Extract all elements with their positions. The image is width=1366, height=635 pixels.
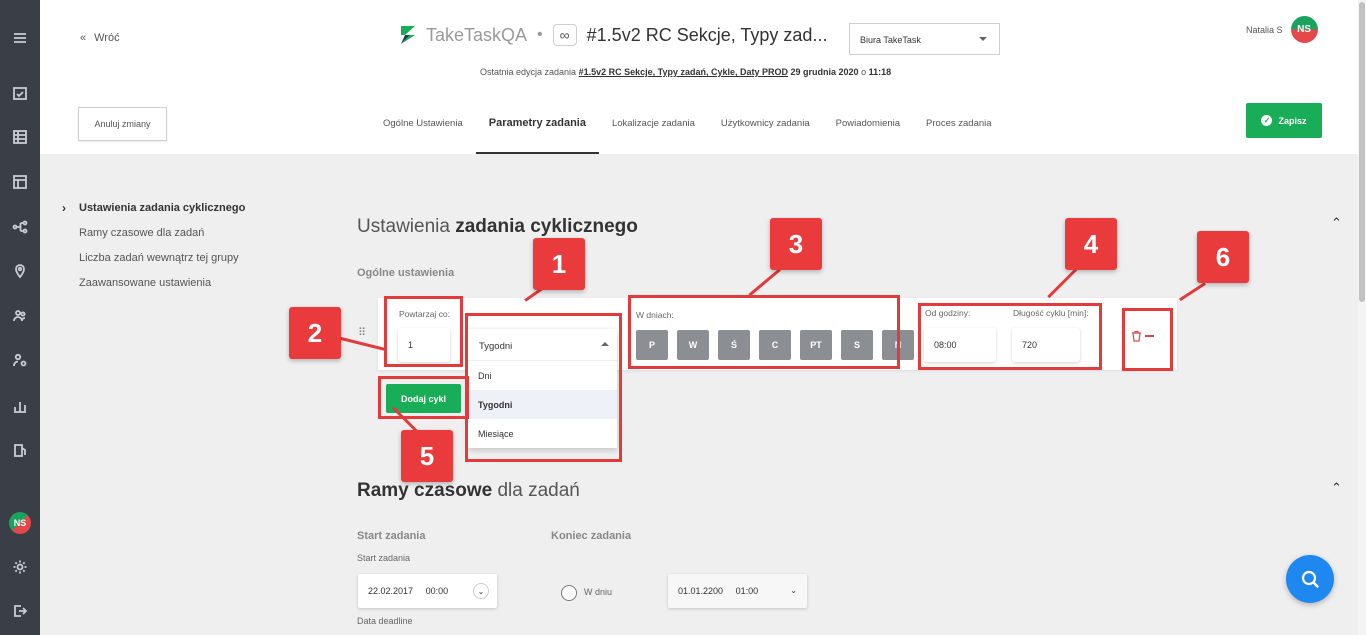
- on-day-label: W dniu: [584, 587, 613, 597]
- tab-task-process[interactable]: Proces zadania: [913, 98, 1004, 154]
- nav-item-advanced[interactable]: Zaawansowane ustawienia: [62, 277, 245, 302]
- start-column-title: Start zadania: [357, 530, 426, 542]
- save-button[interactable]: ✓ Zapisz: [1246, 103, 1322, 138]
- annotation-arrow-6: [1179, 282, 1206, 302]
- drag-handle-icon[interactable]: ⠿: [358, 326, 366, 339]
- cyclic-section-title: Ustawienia zadania cyklicznego: [357, 216, 638, 237]
- office-select[interactable]: Biura TakeTask: [849, 23, 1000, 55]
- grid-icon[interactable]: [10, 127, 30, 147]
- nav-item-task-count[interactable]: Liczba zadań wewnątrz tej grupy: [62, 252, 245, 277]
- annotation-badge-2: 2: [289, 307, 341, 359]
- tab-notifications[interactable]: Powiadomienia: [823, 98, 913, 154]
- start-datetime-field[interactable]: 22.02.2017 00:00 ⌄: [358, 574, 497, 608]
- page-scrollbar[interactable]: [1358, 0, 1366, 635]
- location-icon[interactable]: [10, 261, 30, 281]
- gear-icon[interactable]: [10, 557, 30, 577]
- infinity-icon: ∞: [552, 24, 577, 46]
- layout-icon[interactable]: [10, 172, 30, 192]
- last-edit-info: Ostatnia edycja zadania #1.5v2 RC Sekcje…: [480, 67, 892, 77]
- annotation-badge-3: 3: [770, 218, 822, 270]
- annotation-badge-5: 5: [401, 430, 453, 482]
- stats-icon[interactable]: [10, 396, 30, 416]
- back-link[interactable]: « Wróć: [80, 32, 120, 44]
- user-settings-icon[interactable]: [10, 350, 30, 370]
- annotation-arrow-4: [1047, 266, 1080, 299]
- chevron-down-icon: [979, 37, 987, 41]
- nav-item-cyclic-settings[interactable]: Ustawienia zadania cyklicznego: [62, 201, 245, 227]
- task-tabs: Ogólne Ustawienia Parametry zadania Loka…: [370, 98, 1005, 154]
- flow-icon[interactable]: [10, 217, 30, 237]
- save-label: Zapisz: [1278, 115, 1307, 126]
- task-name: #1.5v2 RC Sekcje, Typy zad...: [586, 24, 828, 45]
- section-nav: Ustawienia zadania cyklicznego Ramy czas…: [62, 201, 245, 302]
- app-name: TakeTaskQA: [426, 24, 528, 45]
- annotation-box-4: [918, 303, 1102, 370]
- tab-task-users[interactable]: Użytkownicy zadania: [708, 98, 823, 154]
- avatar: NS: [1290, 16, 1318, 43]
- left-rail: NS: [0, 0, 40, 635]
- office-select-value: Biura TakeTask: [860, 35, 921, 45]
- annotation-badge-4: 4: [1065, 218, 1117, 270]
- tab-task-locations[interactable]: Lokalizacje zadania: [599, 98, 708, 154]
- on-day-radio[interactable]: [561, 585, 577, 601]
- annotation-box-1: [465, 313, 622, 462]
- user-menu[interactable]: Natalia S NS: [1246, 16, 1318, 43]
- nav-item-time-frames[interactable]: Ramy czasowe dla zadań: [62, 227, 245, 252]
- cancel-changes-button[interactable]: Anuluj zmiany: [78, 107, 167, 141]
- collapse-chevron-icon-2[interactable]: ⌃: [1331, 480, 1342, 496]
- annotation-badge-1: 1: [533, 238, 585, 290]
- tab-task-parameters[interactable]: Parametry zadania: [475, 98, 599, 154]
- annotation-badge-6: 6: [1197, 231, 1249, 283]
- rail-avatar[interactable]: NS: [9, 512, 31, 534]
- fuel-icon[interactable]: [10, 440, 30, 460]
- search-icon: [1301, 570, 1319, 588]
- chevron-down-icon[interactable]: ⌄: [473, 583, 489, 599]
- annotation-box-5: [378, 376, 469, 419]
- users-icon[interactable]: [10, 306, 30, 326]
- taketask-logo-icon: [401, 26, 415, 44]
- end-datetime-field[interactable]: 01.01.2200 01:00 ⌄: [668, 574, 807, 608]
- title-separator: •: [537, 26, 543, 43]
- back-label: Wróć: [94, 32, 120, 44]
- start-label: Start zadania: [357, 553, 411, 563]
- annotation-arrow-3: [748, 268, 781, 297]
- last-edit-task-link[interactable]: #1.5v2 RC Sekcje, Typy zadań, Cykle, Dat…: [579, 67, 788, 77]
- collapse-chevron-icon[interactable]: ⌃: [1331, 215, 1342, 231]
- check-circle-icon: ✓: [1261, 115, 1273, 126]
- chevron-down-icon[interactable]: ⌄: [790, 586, 797, 595]
- annotation-box-6: [1122, 308, 1173, 371]
- user-name: Natalia S: [1246, 24, 1283, 35]
- deadline-label: Data deadline: [357, 616, 413, 626]
- search-fab-button[interactable]: [1286, 555, 1334, 603]
- tab-general-settings[interactable]: Ogólne Ustawienia: [370, 98, 476, 154]
- menu-icon[interactable]: [10, 28, 30, 48]
- timeframe-section-title: Ramy czasowe dla zadań: [357, 480, 580, 501]
- annotation-box-3: [628, 295, 900, 369]
- task-brand: TakeTaskQA • ∞ #1.5v2 RC Sekcje, Typy za…: [400, 24, 827, 46]
- page-header: « Wróć TakeTaskQA • ∞ #1.5v2 RC Sekcje, …: [40, 0, 1366, 154]
- scrollbar-thumb[interactable]: [1359, 2, 1365, 302]
- general-settings-subtitle: Ogólne ustawienia: [357, 267, 455, 279]
- annotation-box-2: [384, 296, 463, 367]
- checklist-icon[interactable]: [10, 83, 30, 103]
- end-column-title: Koniec zadania: [551, 530, 632, 542]
- logout-icon[interactable]: [10, 601, 30, 621]
- double-chevron-left-icon: «: [80, 32, 87, 44]
